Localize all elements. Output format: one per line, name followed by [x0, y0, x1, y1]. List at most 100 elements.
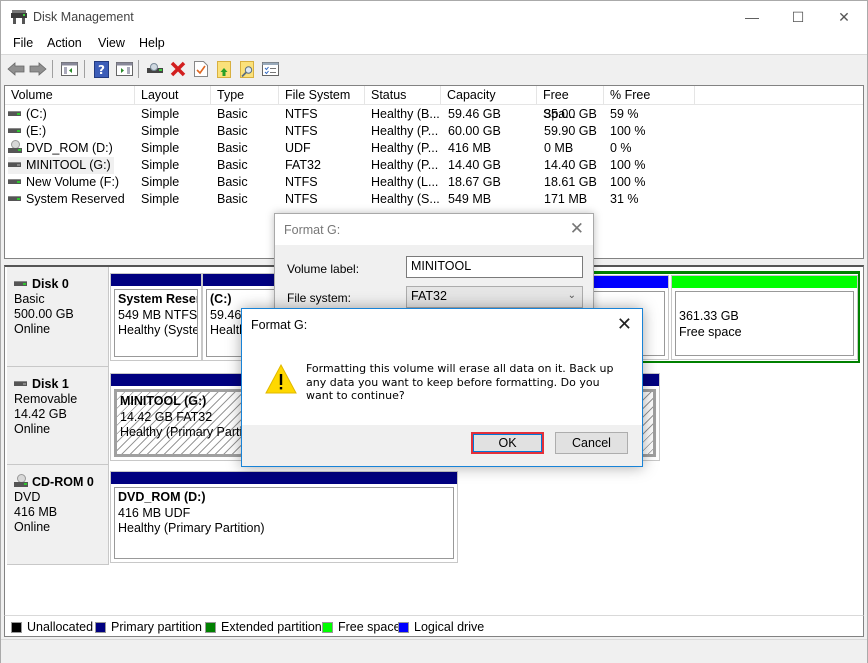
legend: Unallocated Primary partition Extended p…: [4, 615, 864, 637]
ok-button[interactable]: OK: [471, 432, 544, 454]
type-cell: Basic: [217, 141, 248, 155]
type-cell: Basic: [217, 124, 248, 138]
drive-icon: [14, 281, 27, 287]
warning-icon: [265, 364, 297, 394]
disk-name: Disk 0: [32, 277, 69, 291]
forward-icon[interactable]: [29, 60, 47, 78]
close-icon: ✕: [838, 8, 850, 25]
disk-info[interactable]: Disk 1 Removable 14.42 GB Online: [7, 367, 109, 465]
column-header-layout[interactable]: Layout: [135, 86, 211, 105]
percent-free-cell: 31 %: [610, 192, 639, 206]
free-space-block[interactable]: 361.33 GB Free space: [671, 275, 858, 360]
column-header-file-system[interactable]: File System: [279, 86, 365, 105]
disk-state: Online: [14, 322, 51, 336]
type-cell: Basic: [217, 158, 248, 172]
import-icon[interactable]: [215, 60, 233, 78]
free-space-cell: 18.61 GB: [544, 175, 597, 189]
capacity-cell: 549 MB: [448, 192, 492, 206]
checklist-icon[interactable]: [261, 60, 279, 78]
toolbar-separator: [84, 60, 85, 78]
toolbar-separator: [52, 60, 53, 78]
delete-icon[interactable]: [169, 60, 187, 78]
disk-size: 416 MB: [14, 505, 58, 519]
volume-row[interactable]: DVD_ROM (D:) Simple Basic UDF Healthy (P…: [5, 140, 863, 157]
format-dialog-titlebar: Format G: ✕: [275, 214, 593, 245]
volume-row[interactable]: (C:) Simple Basic NTFS Healthy (B... 59.…: [5, 106, 863, 123]
volume-row[interactable]: (E:) Simple Basic NTFS Healthy (P... 60.…: [5, 123, 863, 140]
capacity-cell: 14.40 GB: [448, 158, 501, 172]
disk-info[interactable]: Disk 0 Basic 500.00 GB Online: [7, 267, 109, 367]
show-hide-console-tree-icon[interactable]: [60, 60, 78, 78]
file-system-cell: NTFS: [285, 192, 318, 206]
volume-label-input[interactable]: MINITOOL: [406, 256, 583, 278]
column-header-free-space[interactable]: Free Spa...: [537, 86, 604, 121]
partition-size: 416 MB UDF: [118, 505, 191, 520]
volume-name: DVD_ROM (D:): [26, 141, 113, 155]
column-header-capacity[interactable]: Capacity: [441, 86, 537, 105]
toolbar-separator: [138, 60, 139, 78]
column-header-percent-free[interactable]: % Free: [604, 86, 695, 105]
partition-system-reserved[interactable]: System Reser 549 MB NTFS Healthy (Syster: [110, 273, 202, 361]
disk-kind: DVD: [14, 490, 41, 504]
drive-icon: [8, 179, 21, 185]
show-hide-action-pane-icon[interactable]: [115, 60, 133, 78]
column-header-volume[interactable]: Volume: [5, 86, 135, 105]
help-icon[interactable]: ?: [92, 60, 110, 78]
volume-row[interactable]: New Volume (F:) Simple Basic NTFS Health…: [5, 174, 863, 191]
close-icon[interactable]: ✕: [617, 314, 632, 335]
legend-swatch: [11, 621, 22, 633]
free-space-size: 361.33 GB: [679, 309, 739, 323]
file-system-cell: NTFS: [285, 124, 318, 138]
partition-color-bar: [111, 472, 457, 484]
minimize-button[interactable]: —: [729, 1, 775, 33]
disk-state: Online: [14, 422, 51, 436]
cancel-label: Cancel: [572, 436, 611, 450]
back-icon[interactable]: [7, 60, 25, 78]
svg-text:?: ?: [98, 63, 105, 77]
disk-kind: Basic: [14, 292, 45, 306]
disk-management-icon: [11, 10, 27, 24]
removable-drive-icon: [8, 162, 21, 168]
free-space-cell: 35.00 GB: [544, 107, 597, 121]
cd-drive-icon: [8, 140, 22, 154]
file-system-cell: FAT32: [285, 158, 321, 172]
column-header-type[interactable]: Type: [211, 86, 279, 105]
partition-status: Healthy (Primary Partition): [118, 521, 265, 535]
free-space-label: Free space: [679, 324, 742, 339]
volume-row[interactable]: System Reserved Simple Basic NTFS Health…: [5, 191, 863, 208]
disk-state: Online: [14, 520, 51, 534]
file-system-cell: UDF: [285, 141, 311, 155]
file-system-select[interactable]: FAT32 ⌄: [406, 286, 583, 308]
status-cell: Healthy (S...: [371, 192, 440, 206]
properties-icon[interactable]: [192, 60, 210, 78]
connect-drive-icon[interactable]: [146, 60, 164, 78]
legend-swatch: [95, 621, 106, 633]
volume-name: (E:): [26, 124, 47, 138]
cancel-button[interactable]: Cancel: [555, 432, 628, 454]
maximize-icon: ☐: [791, 8, 805, 25]
search-icon[interactable]: [238, 60, 256, 78]
disk-info[interactable]: CD-ROM 0 DVD 416 MB Online: [7, 465, 109, 565]
file-system-cell: NTFS: [285, 175, 318, 189]
menu-action[interactable]: Action: [47, 36, 82, 50]
partition-d[interactable]: DVD_ROM (D:) 416 MB UDF Healthy (Primary…: [110, 471, 458, 563]
capacity-cell: 59.46 GB: [448, 107, 501, 121]
percent-free-cell: 59 %: [610, 107, 639, 121]
close-icon[interactable]: ✕: [570, 219, 584, 239]
maximize-button[interactable]: ☐: [775, 1, 821, 33]
close-button[interactable]: ✕: [821, 1, 867, 33]
column-header-status[interactable]: Status: [365, 86, 441, 105]
free-space-cell: 0 MB: [544, 141, 574, 155]
legend-label: Unallocated: [27, 620, 94, 634]
menu-view[interactable]: View: [98, 36, 125, 50]
menu-help[interactable]: Help: [139, 36, 165, 50]
status-cell: Healthy (P...: [371, 141, 439, 155]
percent-free-cell: 100 %: [610, 158, 646, 172]
menu-file[interactable]: File: [13, 36, 33, 50]
type-cell: Basic: [217, 175, 248, 189]
capacity-cell: 18.67 GB: [448, 175, 501, 189]
format-dialog: Format G: ✕ Volume label: MINITOOL File …: [274, 213, 594, 323]
partition-color-bar: [672, 276, 857, 288]
legend-item: Extended partition: [205, 620, 322, 634]
volume-row-selected[interactable]: MINITOOL (G:) Simple Basic FAT32 Healthy…: [5, 157, 863, 174]
